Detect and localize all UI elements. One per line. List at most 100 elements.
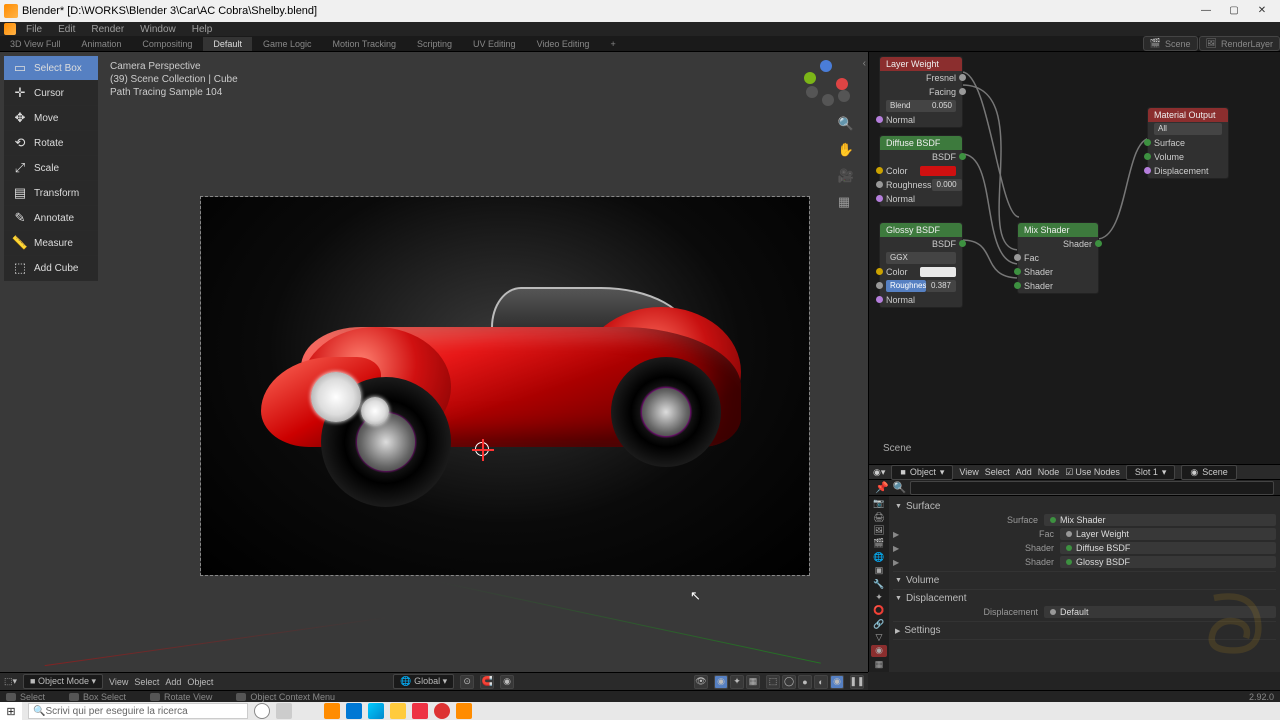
ws-add[interactable]: + — [600, 37, 625, 51]
hdr-select[interactable]: Select — [985, 467, 1010, 477]
scene-selector[interactable]: 🎬Scene — [1143, 36, 1198, 51]
persp-icon[interactable]: ▦ — [838, 194, 854, 210]
app1-icon[interactable] — [324, 703, 340, 719]
ws-videoediting[interactable]: Video Editing — [527, 37, 600, 51]
node-glossy-bsdf[interactable]: Glossy BSDF BSDF GGX Color Roughness0.38… — [879, 222, 963, 308]
node-diffuse-bsdf[interactable]: Diffuse BSDF BSDF Color Roughness0.000 N… — [879, 135, 963, 207]
bb-view[interactable]: View — [109, 677, 128, 687]
node-material-output[interactable]: Material Output All Surface Volume Displ… — [1147, 107, 1229, 179]
menu-edit[interactable]: Edit — [52, 23, 81, 36]
bb-add[interactable]: Add — [165, 677, 181, 687]
node-mix-shader[interactable]: Mix Shader Shader Fac Shader Shader — [1017, 222, 1099, 294]
section-surface[interactable]: ▼Surface — [893, 500, 1276, 513]
orientation-selector[interactable]: 🌐 Global ▾ — [393, 674, 454, 689]
ptab-world[interactable]: 🌐 — [871, 552, 887, 563]
menu-help[interactable]: Help — [186, 23, 219, 36]
rendered-icon[interactable]: ◉ — [830, 675, 844, 689]
tool-rotate[interactable]: ⟲Rotate — [4, 131, 98, 156]
close-button[interactable]: ✕ — [1256, 5, 1268, 17]
tool-select-box[interactable]: ▭Select Box — [4, 56, 98, 81]
hdr-add[interactable]: Add — [1016, 467, 1032, 477]
tool-transform[interactable]: ▤Transform — [4, 181, 98, 206]
slot-selector[interactable]: Slot 1 ▾ — [1126, 465, 1176, 480]
gizmo-z-icon[interactable] — [820, 60, 832, 72]
ws-motiontracking[interactable]: Motion Tracking — [322, 37, 406, 51]
wireframe-icon[interactable]: ◯ — [782, 675, 796, 689]
mode-selector[interactable]: ■ Object Mode ▾ — [23, 674, 103, 689]
menu-window[interactable]: Window — [134, 23, 182, 36]
minimize-button[interactable]: — — [1200, 5, 1212, 17]
ptab-scene[interactable]: 🎬 — [871, 538, 887, 549]
tool-measure[interactable]: 📏Measure — [4, 231, 98, 256]
start-button[interactable]: ⊞ — [0, 702, 22, 720]
editor-type-icon[interactable]: ◉▾ — [873, 467, 885, 478]
ptab-object[interactable]: ▣ — [871, 565, 887, 576]
property-search-input[interactable] — [910, 481, 1274, 495]
expand-sh1[interactable]: ▶ — [893, 544, 903, 553]
ws-3dviewfull[interactable]: 3D View Full — [0, 37, 70, 51]
ptab-particle[interactable]: ✦ — [871, 592, 887, 603]
ws-uvediting[interactable]: UV Editing — [463, 37, 526, 51]
ws-compositing[interactable]: Compositing — [132, 37, 202, 51]
ptab-render[interactable]: 📷 — [871, 498, 887, 509]
expand-fac[interactable]: ▶ — [893, 530, 903, 539]
solid-icon[interactable]: ● — [798, 675, 812, 689]
pan-icon[interactable]: ✋ — [838, 142, 854, 158]
ptab-physics[interactable]: ⭕ — [871, 605, 887, 616]
renderlayer-selector[interactable]: 🖼RenderLayer — [1199, 36, 1280, 51]
menu-file[interactable]: File — [20, 23, 48, 36]
ws-default[interactable]: Default — [203, 37, 252, 51]
maximize-button[interactable]: ▢ — [1228, 5, 1240, 17]
overlay-toggle-icon[interactable]: ▦ — [746, 675, 760, 689]
xray-icon[interactable]: ⬚ — [766, 675, 780, 689]
hdr-view[interactable]: View — [959, 467, 978, 477]
ws-scripting[interactable]: Scripting — [407, 37, 462, 51]
shading-rendered-icon[interactable]: ◉ — [714, 675, 728, 689]
gizmo-toggle-icon[interactable]: ✦ — [730, 675, 744, 689]
nav-gizmo[interactable] — [802, 60, 850, 108]
proportional-icon[interactable]: ◉ — [500, 675, 514, 689]
ptab-texture[interactable]: ▦ — [871, 659, 887, 670]
ptab-viewlayer[interactable]: 🖼 — [871, 525, 887, 536]
camera-icon[interactable]: 🎥 — [838, 168, 854, 184]
taskbar-search[interactable]: 🔍 Scrivi qui per eseguire la ricerca — [28, 703, 248, 719]
tool-cursor[interactable]: ✛Cursor — [4, 81, 98, 106]
pivot-icon[interactable]: ⊙ — [460, 675, 474, 689]
prop-fac[interactable]: Layer Weight — [1060, 528, 1276, 540]
prop-shader1[interactable]: Diffuse BSDF — [1060, 542, 1276, 554]
tool-move[interactable]: ✥Move — [4, 106, 98, 131]
blender-taskbar-icon[interactable] — [456, 703, 472, 719]
ws-animation[interactable]: Animation — [71, 37, 131, 51]
tool-scale[interactable]: ⤢Scale — [4, 156, 98, 181]
app2-icon[interactable] — [412, 703, 428, 719]
zoom-icon[interactable]: 🔍 — [838, 116, 854, 132]
bb-select[interactable]: Select — [134, 677, 159, 687]
node-layer-weight[interactable]: Layer Weight Fresnel Facing Blend0.050 N… — [879, 56, 963, 128]
editor-type-icon[interactable]: ⬚▾ — [4, 676, 17, 687]
edge-icon[interactable] — [368, 703, 384, 719]
ptab-constraint[interactable]: 🔗 — [871, 619, 887, 630]
overlay-icon[interactable]: 👁 — [694, 675, 708, 689]
explorer-icon[interactable] — [390, 703, 406, 719]
scene-selector-prop[interactable]: ◉ Scene — [1181, 465, 1236, 480]
gizmo-x-icon[interactable] — [836, 78, 848, 90]
bb-object[interactable]: Object — [187, 677, 213, 687]
panel-collapse-icon[interactable]: ‹ — [863, 58, 866, 69]
ptab-data[interactable]: ▽ — [871, 632, 887, 643]
ws-gamelogic[interactable]: Game Logic — [253, 37, 322, 51]
expand-sh2[interactable]: ▶ — [893, 558, 903, 567]
object-selector[interactable]: ■ Object ▾ — [891, 465, 953, 480]
3d-viewport[interactable]: ▭Select Box ✛Cursor ✥Move ⟲Rotate ⤢Scale… — [0, 52, 868, 672]
matprev-icon[interactable]: ◐ — [814, 675, 828, 689]
taskview-icon[interactable] — [276, 703, 292, 719]
blender-menu-icon[interactable] — [4, 23, 16, 35]
ptab-material[interactable]: ◉ — [871, 645, 887, 656]
menu-render[interactable]: Render — [85, 23, 130, 36]
ptab-output[interactable]: 🖨 — [871, 511, 887, 522]
gizmo-y-icon[interactable] — [804, 72, 816, 84]
tool-add-cube[interactable]: ⬚Add Cube — [4, 256, 98, 281]
snap-icon[interactable]: 🧲 — [480, 675, 494, 689]
opera-icon[interactable] — [434, 703, 450, 719]
tool-annotate[interactable]: ✎Annotate — [4, 206, 98, 231]
hdr-node[interactable]: Node — [1038, 467, 1060, 477]
